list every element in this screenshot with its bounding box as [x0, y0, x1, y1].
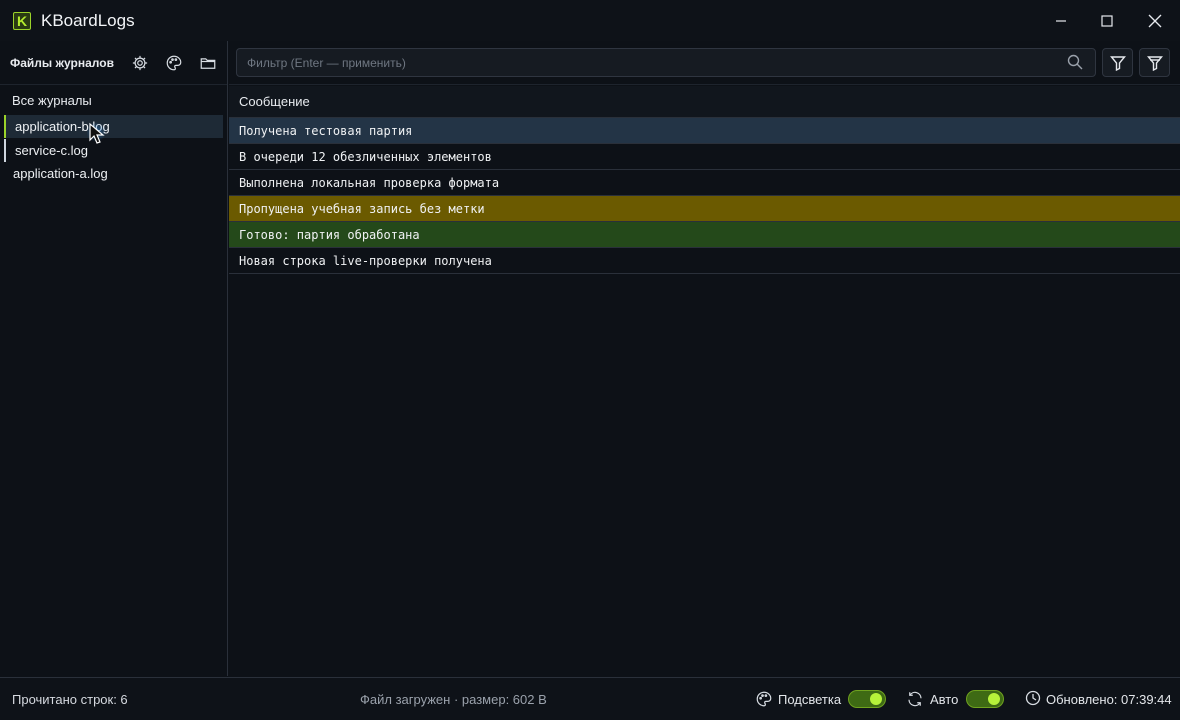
file-info: Файл загружен · размер: 602 B	[360, 692, 547, 707]
minimize-icon	[1056, 19, 1066, 22]
sidebar-title: Файлы журналов	[10, 55, 114, 70]
lines-read-count: Прочитано строк: 6	[12, 692, 128, 707]
column-header-message[interactable]: Сообщение	[229, 86, 1180, 118]
filter-bar	[229, 41, 1180, 85]
maximize-button[interactable]	[1084, 0, 1130, 41]
palette-icon	[166, 55, 182, 70]
table-row[interactable]: Новая строка live-проверки получена	[229, 248, 1180, 274]
close-icon	[1148, 14, 1162, 27]
maximize-icon	[1101, 14, 1113, 27]
app-title: KBoardLogs	[41, 11, 135, 30]
table-row[interactable]: Пропущена учебная запись без метки	[229, 196, 1180, 222]
clear-filter-button[interactable]	[1139, 48, 1170, 77]
sidebar: Файлы журналов Все журналы application-b…	[0, 41, 228, 676]
table-row[interactable]: Выполнена локальная проверка формата	[229, 170, 1180, 196]
minimize-button[interactable]	[1038, 0, 1084, 41]
auto-label: Авто	[930, 692, 959, 707]
palette-icon	[756, 691, 772, 707]
all-logs-label[interactable]: Все журналы	[12, 93, 92, 108]
theme-button[interactable]	[162, 51, 186, 75]
refresh-icon	[908, 691, 922, 707]
table-row[interactable]: Готово: партия обработана	[229, 222, 1180, 248]
file-item-application-b[interactable]: application-b.log	[4, 115, 223, 138]
log-table: Сообщение Получена тестовая партия В оче…	[229, 86, 1180, 274]
folder-icon	[200, 57, 216, 69]
settings-button[interactable]	[128, 51, 152, 75]
highlight-label: Подсветка	[778, 692, 842, 707]
search-icon[interactable]	[1067, 54, 1083, 70]
title-bar: K KBoardLogs	[0, 0, 1180, 41]
file-item-service-c[interactable]: service-c.log	[4, 139, 223, 162]
auto-refresh-toggle[interactable]	[966, 690, 1004, 708]
toggle-knob	[988, 693, 1000, 705]
apply-filter-button[interactable]	[1102, 48, 1133, 77]
table-row[interactable]: В очереди 12 обезличенных элементов	[229, 144, 1180, 170]
status-bar: Прочитано строк: 6 Файл загружен · разме…	[0, 677, 1180, 720]
highlight-toggle[interactable]	[848, 690, 886, 708]
table-row[interactable]: Получена тестовая партия	[229, 118, 1180, 144]
app-window: K KBoardLogs Файлы журналов Все журналы …	[0, 0, 1180, 720]
open-folder-button[interactable]	[196, 51, 220, 75]
last-updated: Обновлено: 07:39:44	[1046, 692, 1172, 707]
toggle-knob	[870, 693, 882, 705]
mouse-cursor-icon	[87, 122, 106, 144]
gear-icon	[132, 55, 148, 70]
close-button[interactable]	[1132, 0, 1178, 41]
sidebar-header: Файлы журналов	[0, 41, 227, 85]
file-item-application-a[interactable]: application-a.log	[4, 162, 223, 185]
filter-icon	[1109, 55, 1126, 71]
main-panel: Сообщение Получена тестовая партия В оче…	[229, 41, 1180, 676]
app-logo-icon: K	[13, 12, 31, 30]
clear-filter-icon	[1146, 55, 1163, 71]
filter-input[interactable]	[236, 48, 1096, 77]
clock-icon	[1025, 690, 1041, 706]
